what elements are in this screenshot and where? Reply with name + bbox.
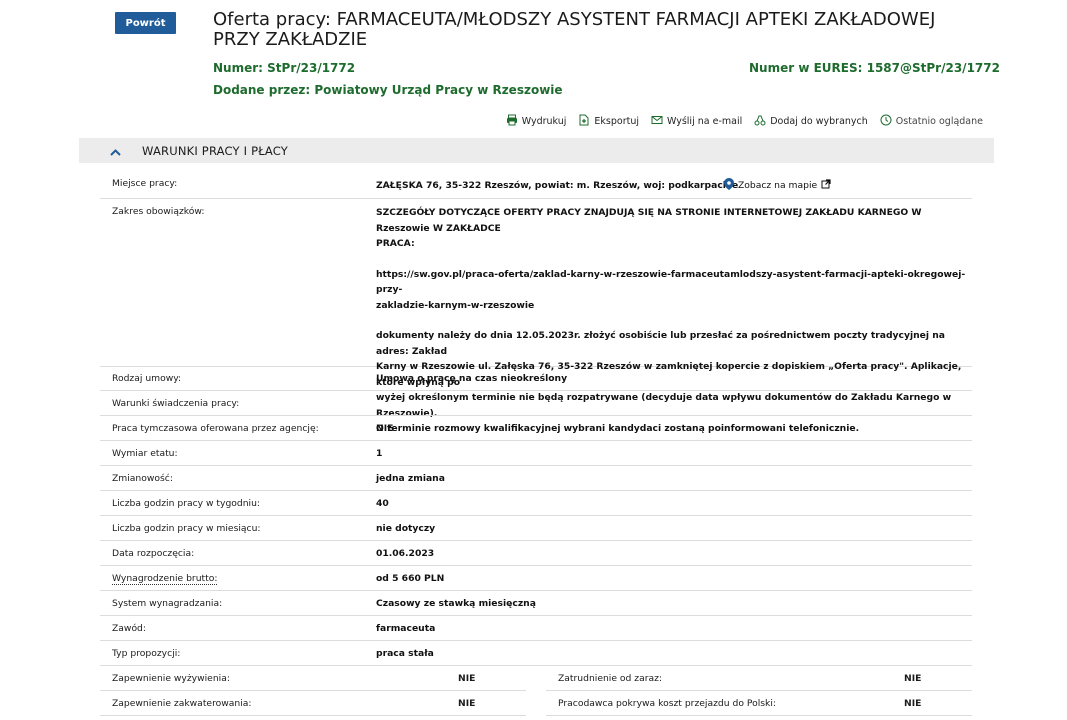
envelope-icon <box>651 114 663 129</box>
export-label: Eksportuj <box>594 116 639 127</box>
print-label: Wydrukuj <box>521 116 567 127</box>
shifts-value: jedna zmiana <box>376 473 445 484</box>
added-by: Dodane przez: Powiatowy Urząd Pracy w Rz… <box>213 83 563 97</box>
print-button[interactable]: Wydrukuj <box>506 114 567 129</box>
toolbar: Wydrukuj Eksportuj Wyślij na e-mail Doda… <box>506 114 983 129</box>
row-fte: Wymiar etatu: 1 <box>100 441 972 466</box>
profession-label: Zawód: <box>112 623 146 634</box>
clock-icon <box>880 114 892 129</box>
offer-number: Numer: StPr/23/1772 <box>213 61 355 75</box>
offer-number-label: Numer: <box>213 61 263 75</box>
row-duties: Zakres obowiązków: SZCZEGÓŁY DOTYCZĄCE O… <box>100 199 972 434</box>
salary-value: od 5 660 PLN <box>376 573 445 584</box>
offer-number-value: StPr/23/1772 <box>267 61 356 75</box>
favorites-icon <box>754 114 766 129</box>
profession-value: farmaceuta <box>376 623 436 634</box>
hours-month-label: Liczba godzin pracy w miesiącu: <box>112 523 261 534</box>
housing-label: Zapewnienie zakwaterowania: <box>112 698 252 709</box>
added-by-label: Dodane przez: <box>213 83 311 97</box>
row-shifts: Zmianowość: jedna zmiana <box>100 466 972 491</box>
pay-system-value: Czasowy ze stawką miesięczną <box>376 598 536 609</box>
meals-value: NIE <box>458 673 476 684</box>
start-date-value: 01.06.2023 <box>376 548 435 559</box>
offer-type-value: praca stała <box>376 648 434 659</box>
back-button[interactable]: Powrót <box>115 12 176 34</box>
agency-label: Praca tymczasowa oferowana przez agencję… <box>112 423 319 434</box>
eures-number-value: 1587@StPr/23/1772 <box>866 61 1000 75</box>
contract-value: Umowa o pracę na czas nieokreślony <box>376 373 568 384</box>
added-by-value: Powiatowy Urząd Pracy w Rzeszowie <box>314 83 563 97</box>
row-immediate: Zatrudnienie od zaraz: NIE <box>546 666 972 691</box>
housing-value: NIE <box>458 698 476 709</box>
duties-label: Zakres obowiązków: <box>112 206 205 217</box>
add-favorites-button[interactable]: Dodaj do wybranych <box>754 114 868 129</box>
duties-link[interactable]: https://sw.gov.pl/praca-oferta/zaklad-ka… <box>376 267 966 298</box>
start-date-label: Data rozpoczęcia: <box>112 548 195 559</box>
hours-month-value: nie dotyczy <box>376 523 436 534</box>
offer-type-label: Typ propozycji: <box>112 648 181 659</box>
printer-icon <box>506 114 518 129</box>
travel-label: Pracodawca pokrywa koszt przejazdu do Po… <box>558 698 777 709</box>
eures-number: Numer w EURES: 1587@StPr/23/1772 <box>749 61 1000 75</box>
duties-paragraph: PRACA: <box>376 238 415 249</box>
hours-week-label: Liczba godzin pracy w tygodniu: <box>112 498 261 509</box>
fte-label: Wymiar etatu: <box>112 448 178 459</box>
page-title: Oferta pracy: FARMACEUTA/MŁODSZY ASYSTEN… <box>213 9 936 50</box>
map-link-label: Zobacz na mapie <box>738 180 818 191</box>
hours-week-value: 40 <box>376 498 389 509</box>
row-conditions: Warunki świadczenia pracy: <box>100 391 972 416</box>
recently-viewed-button[interactable]: Ostatnio oglądane <box>880 114 983 129</box>
salary-label[interactable]: Wynagrodzenie brutto: <box>112 573 218 585</box>
row-contract: Rodzaj umowy: Umowa o pracę na czas nieo… <box>100 367 972 391</box>
meals-label: Zapewnienie wyżywienia: <box>112 673 230 684</box>
export-button[interactable]: Eksportuj <box>578 114 639 129</box>
fte-value: 1 <box>376 448 383 459</box>
section-header-work-conditions[interactable]: WARUNKI PRACY I PŁACY <box>79 138 994 163</box>
chevron-up-icon[interactable] <box>109 144 122 163</box>
row-hours-week: Liczba godzin pracy w tygodniu: 40 <box>100 491 972 516</box>
row-agency: Praca tymczasowa oferowana przez agencję… <box>100 416 972 441</box>
row-salary: Wynagrodzenie brutto: od 5 660 PLN <box>100 566 972 591</box>
map-pin-icon <box>724 178 734 193</box>
export-icon <box>578 114 590 129</box>
row-location: Miejsce pracy: ZAŁĘSKA 76, 35-322 Rzeszó… <box>100 172 972 199</box>
favorites-label: Dodaj do wybranych <box>770 116 868 127</box>
location-label: Miejsce pracy: <box>112 178 178 189</box>
duties-paragraph: dokumenty należy do dnia 12.05.2023r. zł… <box>376 330 945 357</box>
row-start-date: Data rozpoczęcia: 01.06.2023 <box>100 541 972 566</box>
external-link-icon <box>821 179 831 192</box>
email-label: Wyślij na e-mail <box>667 116 743 127</box>
row-housing: Zapewnienie zakwaterowania: NIE <box>100 691 526 716</box>
travel-value: NIE <box>904 698 922 709</box>
eures-number-label: Numer w EURES: <box>749 61 863 75</box>
location-value: ZAŁĘSKA 76, 35-322 Rzeszów, powiat: m. R… <box>376 180 739 191</box>
row-profession: Zawód: farmaceuta <box>100 616 972 641</box>
immediate-value: NIE <box>904 673 922 684</box>
map-link[interactable]: Zobacz na mapie <box>724 178 831 193</box>
recent-label: Ostatnio oglądane <box>895 116 983 127</box>
duties-paragraph: SZCZEGÓŁY DOTYCZĄCE OFERTY PRACY ZNAJDUJ… <box>376 207 922 234</box>
contract-label: Rodzaj umowy: <box>112 373 182 384</box>
row-hours-month: Liczba godzin pracy w miesiącu: nie doty… <box>100 516 972 541</box>
row-pay-system: System wynagradzania: Czasowy ze stawką … <box>100 591 972 616</box>
immediate-label: Zatrudnienie od zaraz: <box>558 673 663 684</box>
shifts-label: Zmianowość: <box>112 473 173 484</box>
email-button[interactable]: Wyślij na e-mail <box>651 114 742 129</box>
agency-value: NIE <box>376 423 394 434</box>
row-travel: Pracodawca pokrywa koszt przejazdu do Po… <box>546 691 972 716</box>
section-title: WARUNKI PRACY I PŁACY <box>142 143 289 158</box>
duties-link[interactable]: zakladzie-karnym-w-rzeszowie <box>376 298 966 314</box>
row-offer-type: Typ propozycji: praca stała <box>100 641 972 666</box>
conditions-label: Warunki świadczenia pracy: <box>112 398 240 409</box>
pay-system-label: System wynagradzania: <box>112 598 223 609</box>
row-meals: Zapewnienie wyżywienia: NIE <box>100 666 526 691</box>
